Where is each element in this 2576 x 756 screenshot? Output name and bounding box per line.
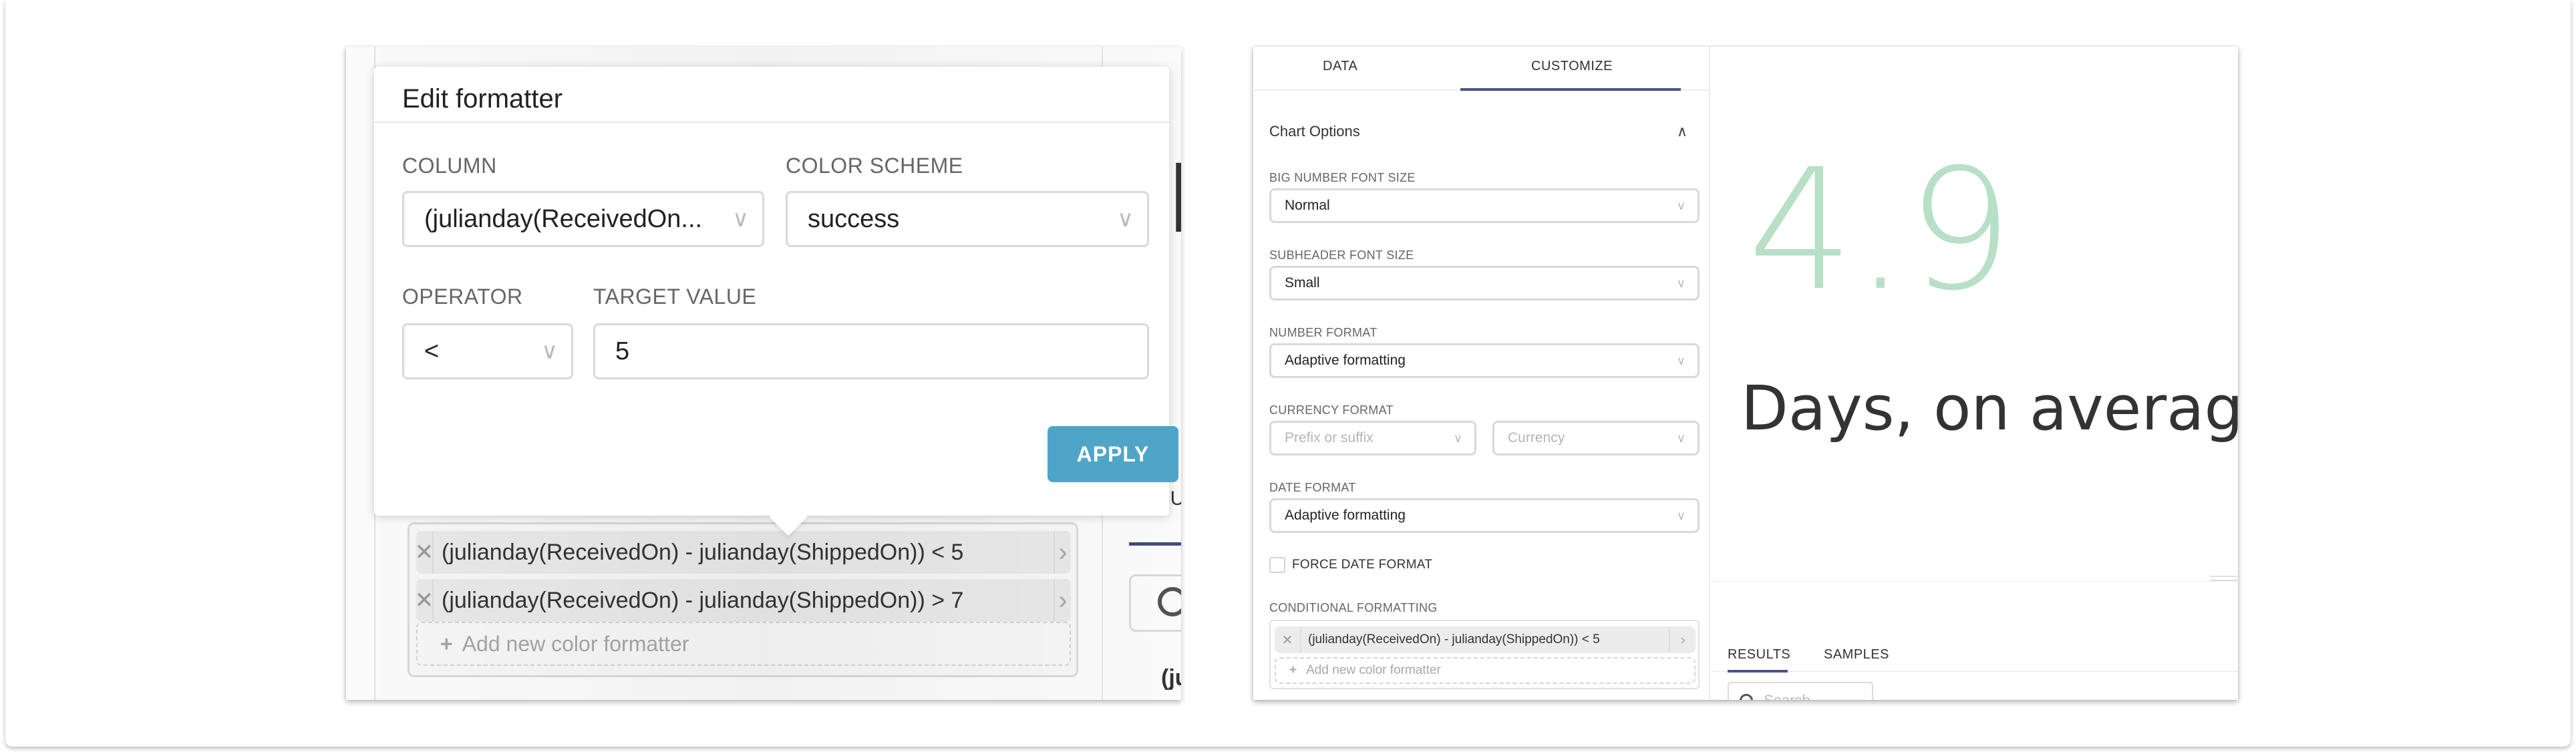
tab-active-indicator: [1129, 542, 1181, 546]
tab-results[interactable]: RESULTS: [1728, 647, 1790, 663]
edit-formatter-popover: Edit formatter COLUMN (julianday(Receive…: [374, 67, 1178, 536]
select-placeholder: Currency: [1508, 430, 1565, 445]
apply-button[interactable]: APPLY: [1048, 426, 1178, 482]
target-value: 5: [615, 337, 630, 365]
color-scheme-value: success: [808, 204, 900, 233]
formatter-item[interactable]: ✕ (julianday(ReceivedOn) - julianday(Shi…: [1275, 626, 1696, 653]
chevron-down-icon: ∨: [1676, 353, 1685, 367]
force-date-format-checkbox[interactable]: [1269, 557, 1285, 573]
chevron-down-icon: ∨: [1676, 431, 1685, 445]
chevron-down-icon: ∨: [1676, 276, 1685, 290]
add-formatter-label: Add new color formatter: [462, 631, 689, 656]
chevron-down-icon: ∨: [541, 339, 558, 364]
formatter-label: (julianday(ReceivedOn) - julianday(Shipp…: [1308, 632, 1600, 646]
popover-title: Edit formatter: [402, 84, 563, 114]
resize-handle[interactable]: [2210, 576, 2238, 581]
search-icon: [1158, 587, 1181, 616]
tab-active-indicator: [1728, 670, 1788, 673]
target-value-label: TARGET VALUE: [593, 285, 757, 309]
force-date-format-label[interactable]: FORCE DATE FORMAT: [1292, 558, 1432, 572]
operator-value: <: [424, 337, 440, 365]
chevron-down-icon: ∨: [732, 206, 749, 232]
chevron-down-icon: ∨: [1676, 508, 1685, 522]
remove-icon[interactable]: ✕: [415, 531, 434, 574]
conditional-formatting-list: ✕ (julianday(ReceivedOn) - julianday(Shi…: [408, 522, 1078, 677]
chevron-up-icon[interactable]: ∧: [1677, 123, 1687, 140]
formatter-label: (julianday(ReceivedOn) - julianday(Shipp…: [442, 539, 964, 565]
select-value: Adaptive formatting: [1285, 508, 1406, 523]
color-scheme-label: COLOR SCHEME: [786, 154, 963, 178]
select-value: Normal: [1285, 198, 1330, 213]
formatter-item[interactable]: ✕ (julianday(ReceivedOn) - julianday(Shi…: [415, 579, 1071, 622]
currency-position-select[interactable]: Prefix or suffix ∨: [1269, 421, 1476, 455]
data-pane: RESULTS SAMPLES: [1712, 581, 2238, 700]
plus-icon: +: [440, 631, 453, 656]
operator-select[interactable]: < ∨: [402, 323, 573, 379]
currency-format-label: CURRENCY FORMAT: [1269, 403, 1394, 417]
control-panel: DATA CUSTOMIZE Chart Options ∧ BIG NUMBE…: [1253, 47, 1710, 700]
conditional-formatting-list: ✕ (julianday(ReceivedOn) - julianday(Shi…: [1269, 620, 1700, 689]
subheader-font-size-select[interactable]: Small ∨: [1269, 266, 1700, 301]
big-number-partial: D: [1168, 147, 1181, 247]
date-format-label: DATE FORMAT: [1269, 481, 1356, 494]
search-icon: [1740, 694, 1753, 700]
conditional-formatting-label: CONDITIONAL FORMATTING: [1269, 601, 1438, 614]
tabs-divider: [1712, 671, 2238, 672]
currency-select[interactable]: Currency ∨: [1492, 421, 1700, 455]
select-value: Small: [1285, 275, 1320, 291]
color-scheme-select[interactable]: success ∨: [786, 191, 1149, 247]
formatter-item[interactable]: ✕ (julianday(ReceivedOn) - julianday(Shi…: [415, 531, 1071, 574]
date-format-select[interactable]: Adaptive formatting ∨: [1269, 498, 1700, 533]
number-format-select[interactable]: Adaptive formatting ∨: [1269, 343, 1700, 378]
chevron-right-icon[interactable]: ›: [1669, 626, 1696, 653]
search-input[interactable]: [1764, 692, 1857, 700]
screenshot-frame: D CONDITIONAL FORMATTING ✕ (julianday(Re…: [5, 0, 2571, 747]
search-box[interactable]: [1728, 682, 1873, 700]
tab-samples[interactable]: SAMPLES: [1824, 647, 1889, 663]
plus-icon: +: [1289, 663, 1297, 677]
subheader-font-size-label: SUBHEADER FONT SIZE: [1269, 248, 1414, 262]
chevron-right-icon[interactable]: ›: [1054, 531, 1071, 574]
divider: [374, 122, 1169, 123]
add-formatter-label: Add new color formatter: [1306, 663, 1441, 677]
search-input-partial[interactable]: [1129, 574, 1181, 632]
left-explore-view: D CONDITIONAL FORMATTING ✕ (julianday(Re…: [346, 47, 1181, 700]
big-number-font-size-select[interactable]: Normal ∨: [1269, 188, 1700, 223]
chevron-down-icon: ∨: [1676, 198, 1685, 212]
add-color-formatter-button[interactable]: + Add new color formatter: [1275, 657, 1696, 684]
chevron-down-icon: ∨: [1453, 431, 1462, 445]
big-number-chart: 4.9 Days, on average: [1712, 47, 2238, 581]
big-number-subheader: Days, on average: [1741, 373, 2238, 444]
chevron-down-icon: ∨: [1117, 206, 1134, 232]
tab-customize[interactable]: CUSTOMIZE: [1531, 59, 1613, 74]
number-format-label: NUMBER FORMAT: [1269, 326, 1378, 339]
remove-icon[interactable]: ✕: [1275, 626, 1301, 653]
column-select-value: (julianday(ReceivedOn...: [424, 204, 703, 233]
tab-data[interactable]: DATA: [1323, 59, 1357, 74]
select-placeholder: Prefix or suffix: [1285, 430, 1374, 445]
remove-icon[interactable]: ✕: [415, 579, 434, 622]
formatter-label: (julianday(ReceivedOn) - julianday(Shipp…: [442, 587, 964, 613]
right-explore-view: DATA CUSTOMIZE Chart Options ∧ BIG NUMBE…: [1253, 47, 2238, 700]
add-color-formatter-button[interactable]: + Add new color formatter: [416, 622, 1071, 666]
big-number-font-size-label: BIG NUMBER FONT SIZE: [1269, 171, 1416, 184]
select-value: Adaptive formatting: [1285, 353, 1406, 368]
column-header-partial: (ju: [1161, 665, 1181, 691]
chart-options-header[interactable]: Chart Options: [1269, 123, 1360, 140]
column-select[interactable]: (julianday(ReceivedOn... ∨: [402, 191, 764, 247]
big-number-value: 4.9: [1748, 133, 2014, 327]
tab-active-indicator: [1460, 88, 1681, 91]
operator-label: OPERATOR: [402, 285, 523, 309]
chevron-right-icon[interactable]: ›: [1054, 579, 1071, 622]
column-label: COLUMN: [402, 154, 497, 178]
target-value-input[interactable]: 5: [593, 323, 1149, 379]
